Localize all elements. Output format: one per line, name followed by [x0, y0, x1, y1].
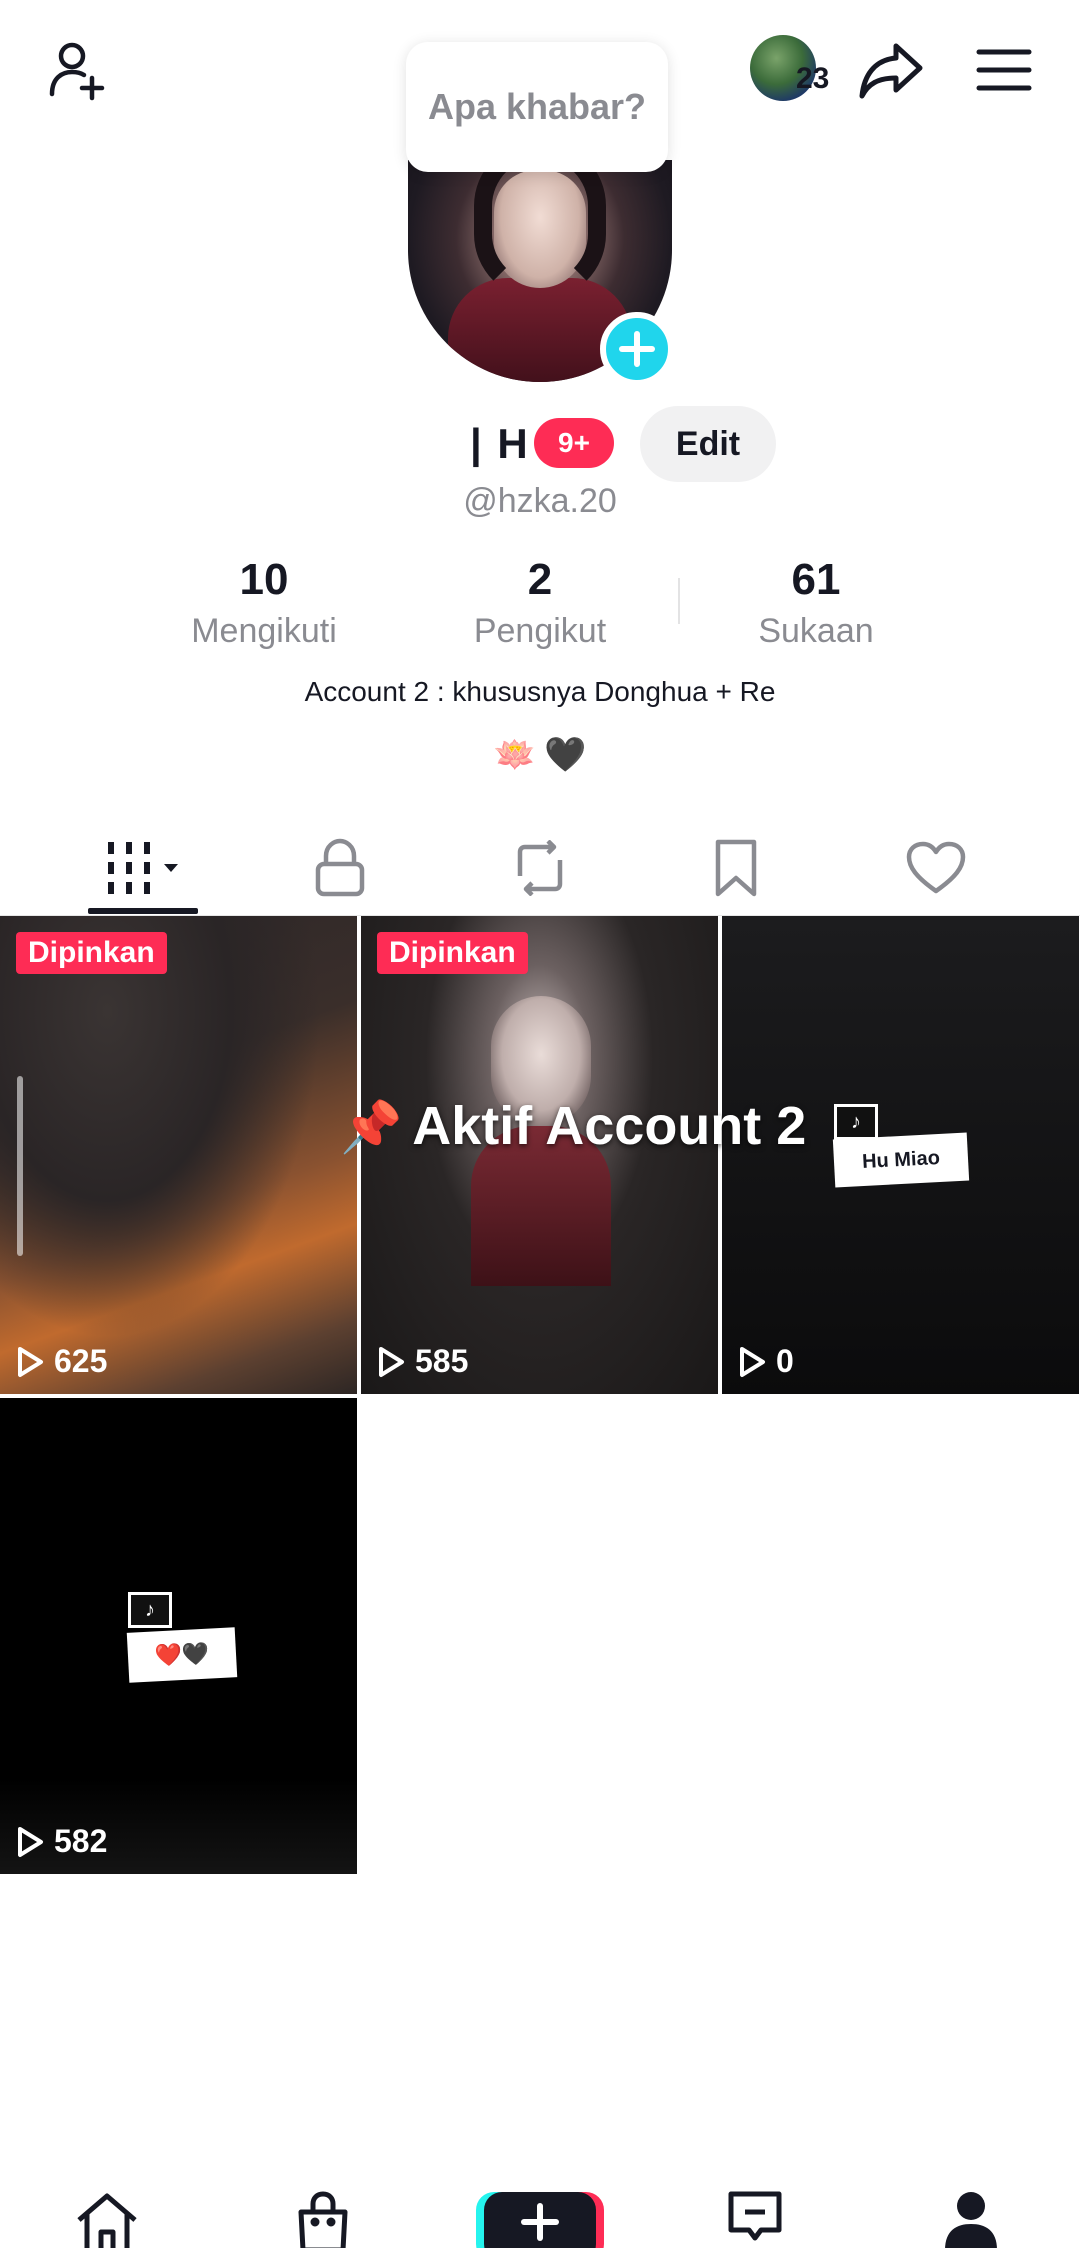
- black-heart-emoji: 🖤: [544, 736, 587, 774]
- profile-stats: 10 Mengikuti 2 Pengikut 61 Sukaan: [0, 552, 1080, 662]
- tab-reposts[interactable]: [440, 820, 640, 916]
- profile-icon: [945, 2192, 997, 2248]
- status-bubble[interactable]: Apa khabar?: [406, 42, 668, 172]
- video-sticker: Hu Miao: [832, 1132, 970, 1188]
- share-profile-button[interactable]: [852, 30, 932, 110]
- play-icon: [18, 1346, 43, 1377]
- tiktok-logo-icon: ♪: [128, 1592, 172, 1628]
- username-handle: @hzka.20: [463, 482, 617, 520]
- overlay-text-value: Aktif Account 2: [412, 1096, 807, 1156]
- tab-saved[interactable]: [636, 820, 836, 916]
- create-video-button[interactable]: [484, 2192, 596, 2248]
- video-sticker: ❤️🖤: [126, 1627, 238, 1683]
- view-count: 625: [16, 1343, 107, 1380]
- video-tile[interactable]: ❤️🖤 ♪ 582: [0, 1398, 357, 1874]
- heart-icon: [906, 841, 966, 894]
- grid-videos-icon: [108, 842, 178, 894]
- stat-likes-label: Sukaan: [758, 612, 874, 650]
- repost-icon: [517, 840, 563, 896]
- tab-private[interactable]: [240, 820, 440, 916]
- view-count: 585: [377, 1343, 468, 1380]
- create-plus-icon: [521, 2203, 559, 2241]
- stat-likes[interactable]: 61 Sukaan: [686, 552, 946, 654]
- hamburger-menu-icon: [976, 49, 1032, 91]
- share-arrow-icon: [859, 43, 923, 99]
- pinned-overlay-text: 📌 Aktif Account 2: [340, 1095, 806, 1157]
- nav-inbox[interactable]: [710, 2190, 800, 2248]
- scroll-indicator: [17, 1076, 23, 1256]
- bio-emojis: 🪷 🖤: [0, 730, 1080, 780]
- stat-following[interactable]: 10 Mengikuti: [134, 552, 394, 654]
- add-story-button[interactable]: [600, 312, 674, 386]
- pinned-badge: Dipinkan: [16, 932, 167, 974]
- notification-badge[interactable]: 9+: [534, 418, 614, 468]
- tiktok-logo-icon: ♪: [834, 1104, 878, 1140]
- sticker-text: Hu Miao: [861, 1146, 941, 1173]
- profile-tabs: [0, 820, 1080, 916]
- view-count: 582: [16, 1823, 107, 1860]
- play-icon: [379, 1346, 404, 1377]
- video-tile[interactable]: Dipinkan 625: [0, 916, 357, 1394]
- play-icon: [18, 1826, 43, 1857]
- add-friend-button[interactable]: [36, 30, 116, 110]
- plus-icon: [619, 331, 655, 367]
- tab-liked[interactable]: [836, 820, 1036, 916]
- inbox-icon: [728, 2191, 782, 2241]
- view-count-value: 585: [415, 1343, 469, 1379]
- display-name: | H: [470, 420, 530, 467]
- stat-followers-value: 2: [527, 555, 553, 604]
- view-count-value: 582: [54, 1823, 108, 1859]
- stat-likes-value: 61: [791, 555, 841, 604]
- lotus-emoji: 🪷: [493, 736, 536, 774]
- person-plus-icon: [49, 42, 105, 101]
- lock-icon: [315, 838, 365, 897]
- view-count: 0: [738, 1343, 794, 1380]
- bookmark-icon: [715, 839, 757, 897]
- home-icon: [77, 2193, 137, 2248]
- edit-profile-button[interactable]: Edit: [640, 406, 776, 482]
- menu-button[interactable]: [964, 30, 1044, 110]
- story-count: 23: [796, 62, 830, 95]
- play-icon: [740, 1346, 765, 1377]
- pinned-badge: Dipinkan: [377, 932, 528, 974]
- active-tab-indicator: [88, 908, 198, 914]
- pushpin-icon: 📌: [340, 1099, 403, 1155]
- view-count-value: 0: [776, 1343, 794, 1379]
- sticker-emojis: ❤️🖤: [153, 1640, 210, 1669]
- shop-bag-icon: [298, 2191, 348, 2248]
- stat-followers[interactable]: 2 Pengikut: [410, 552, 670, 654]
- stat-following-value: 10: [239, 555, 289, 604]
- stat-following-label: Mengikuti: [191, 612, 337, 650]
- nav-home[interactable]: [62, 2190, 152, 2248]
- stat-divider: [678, 578, 680, 624]
- profile-bio: Account 2 : khususnya Donghua + Re: [304, 676, 776, 707]
- view-count-value: 625: [54, 1343, 108, 1379]
- tab-videos[interactable]: [44, 820, 244, 916]
- profile-name-row: | H 9+ Edit: [0, 406, 1080, 482]
- nav-shop[interactable]: [278, 2190, 368, 2248]
- stat-followers-label: Pengikut: [473, 612, 607, 650]
- nav-profile[interactable]: [926, 2190, 1016, 2248]
